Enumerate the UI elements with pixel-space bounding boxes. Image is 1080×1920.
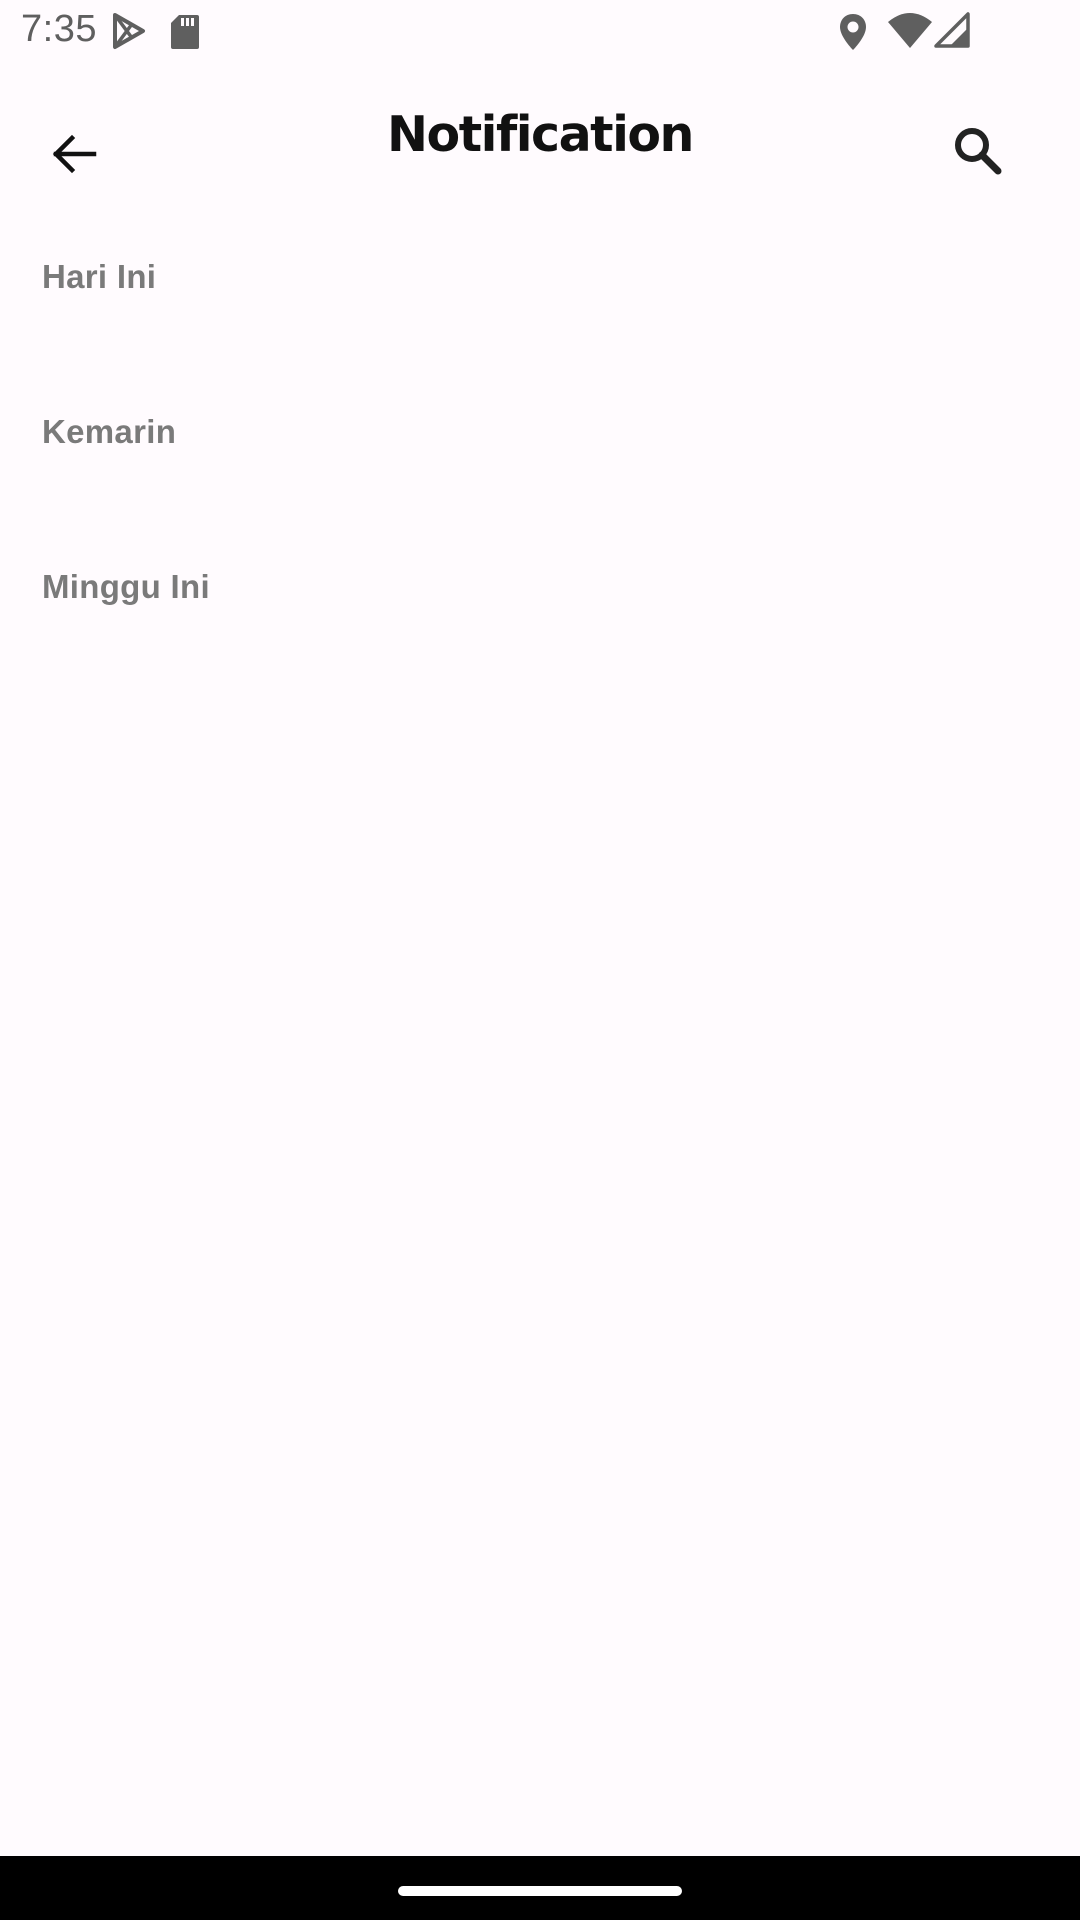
sd-card-icon <box>171 15 199 49</box>
app-bar: Notification <box>0 64 1080 208</box>
location-icon <box>840 14 866 50</box>
search-icon <box>955 128 1002 175</box>
play-store-icon <box>113 13 145 49</box>
cell-signal-icon <box>934 12 970 48</box>
section-header-today: Hari Ini <box>42 258 157 295</box>
status-bar: 7:35 <box>0 0 1080 64</box>
section-header-yesterday: Kemarin <box>42 413 177 450</box>
section-header-this-week: Minggu Ini <box>42 568 210 605</box>
wifi-icon <box>888 13 932 48</box>
status-time: 7:35 <box>21 8 97 50</box>
page-title: Notification <box>387 106 694 163</box>
search-button[interactable] <box>925 98 1029 202</box>
home-gesture-handle[interactable] <box>398 1886 682 1896</box>
